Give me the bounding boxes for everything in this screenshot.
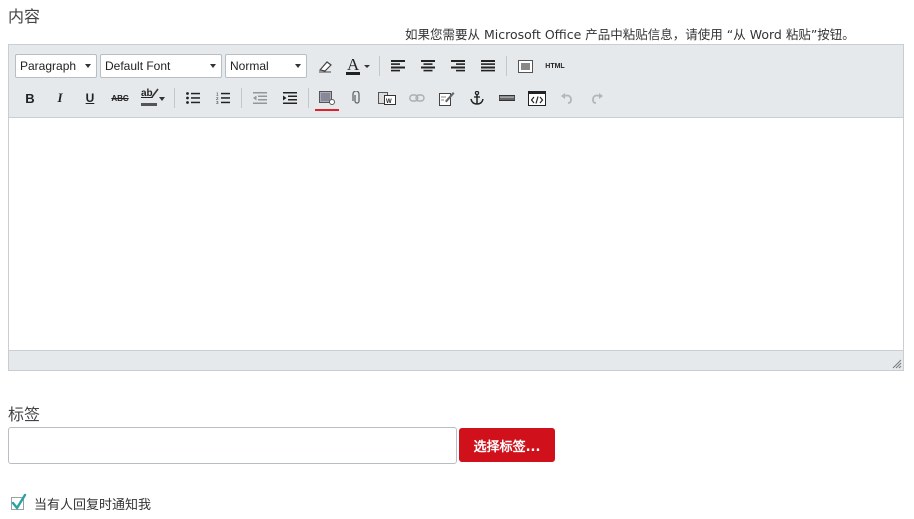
tags-label: 标签	[8, 405, 41, 424]
outdent-button[interactable]	[245, 85, 275, 111]
size-select-value: Normal	[230, 59, 269, 73]
bold-label: B	[25, 90, 35, 106]
chevron-down-icon	[159, 97, 165, 101]
redo-button[interactable]	[582, 85, 612, 111]
undo-icon	[561, 93, 572, 104]
toolbar-row-1: Paragraph Default Font Normal A HTML	[15, 53, 570, 79]
edit-icon	[439, 91, 455, 106]
horizontal-rule-icon	[499, 95, 515, 101]
editor-toolbar: Paragraph Default Font Normal A HTML B I…	[9, 45, 903, 118]
resize-handle-icon[interactable]	[891, 358, 902, 369]
toolbar-separator	[174, 88, 175, 108]
anchor-button[interactable]	[462, 85, 492, 111]
align-justify-icon	[481, 60, 495, 72]
align-right-icon	[451, 60, 465, 72]
highlight-icon: ab	[141, 88, 165, 108]
active-indicator	[315, 109, 339, 111]
size-select[interactable]: Normal	[225, 54, 307, 78]
font-color-button[interactable]: A	[340, 53, 376, 79]
chevron-down-icon	[210, 64, 216, 68]
format-select[interactable]: Paragraph	[15, 54, 97, 78]
embed-code-button[interactable]	[522, 85, 552, 111]
font-select[interactable]: Default Font	[100, 54, 222, 78]
highlight-color-button[interactable]: ab	[135, 85, 171, 111]
anchor-icon	[470, 91, 484, 105]
toolbar-separator	[379, 56, 380, 76]
svg-text:3: 3	[216, 100, 219, 104]
html-label: HTML	[545, 62, 565, 70]
horizontal-rule-button[interactable]	[492, 85, 522, 111]
align-center-icon	[421, 60, 435, 72]
editor-statusbar	[9, 350, 903, 370]
font-color-icon: A	[346, 56, 370, 75]
align-left-button[interactable]	[383, 53, 413, 79]
notify-option[interactable]: 当有人回复时通知我	[11, 493, 152, 513]
paste-hint: 如果您需要从 Microsoft Office 产品中粘贴信息，请使用 “从 W…	[405, 27, 855, 42]
font-select-value: Default Font	[105, 59, 171, 73]
notify-label: 当有人回复时通知我	[34, 498, 152, 513]
insert-link-button[interactable]	[402, 85, 432, 111]
toolbar-row-2: B I U ABC ab 1 2 3 W	[15, 85, 612, 111]
indent-button[interactable]	[275, 85, 305, 111]
paste-from-word-button[interactable]: W	[372, 85, 402, 111]
paste-word-icon: W	[378, 92, 396, 105]
notify-checkbox[interactable]	[11, 493, 27, 510]
tags-input[interactable]	[8, 427, 457, 464]
eraser-icon	[318, 61, 332, 73]
chevron-down-icon	[85, 64, 91, 68]
toolbar-separator	[308, 88, 309, 108]
html-source-button[interactable]: HTML	[540, 53, 570, 79]
outdent-icon	[253, 92, 267, 104]
align-right-button[interactable]	[443, 53, 473, 79]
link-icon	[409, 94, 425, 102]
toolbar-separator	[241, 88, 242, 108]
attach-file-button[interactable]	[342, 85, 372, 111]
code-icon	[528, 90, 546, 106]
chevron-down-icon	[295, 64, 301, 68]
bullet-list-button[interactable]	[178, 85, 208, 111]
clear-format-button[interactable]	[310, 53, 340, 79]
checkmark-icon	[11, 493, 27, 510]
editor-content-area[interactable]	[9, 118, 903, 352]
toolbar-separator	[506, 56, 507, 76]
pencil-icon	[151, 88, 159, 98]
italic-label: I	[57, 90, 63, 105]
fullscreen-button[interactable]	[510, 53, 540, 79]
bold-button[interactable]: B	[15, 85, 45, 111]
align-justify-button[interactable]	[473, 53, 503, 79]
paperclip-icon	[352, 91, 360, 104]
format-select-value: Paragraph	[20, 59, 77, 73]
undo-button[interactable]	[552, 85, 582, 111]
svg-text:A: A	[347, 56, 360, 74]
insert-image-button[interactable]	[312, 85, 342, 111]
underline-button[interactable]: U	[75, 85, 105, 111]
highlight-swatch	[141, 103, 157, 106]
bullet-list-icon	[186, 92, 200, 104]
underline-label: U	[85, 91, 95, 105]
align-center-button[interactable]	[413, 53, 443, 79]
indent-icon	[283, 92, 297, 104]
content-label: 内容	[8, 7, 41, 26]
svg-text:W: W	[386, 99, 392, 105]
align-left-icon	[391, 60, 405, 72]
strike-label: ABC	[111, 93, 129, 103]
redo-icon	[592, 93, 603, 104]
numbered-list-button[interactable]: 123	[208, 85, 238, 111]
image-icon	[319, 91, 335, 105]
strikethrough-button[interactable]: ABC	[105, 85, 135, 111]
numbered-list-icon: 123	[216, 92, 230, 104]
italic-button[interactable]: I	[45, 85, 75, 111]
fullscreen-icon	[517, 59, 533, 73]
edit-text-button[interactable]	[432, 85, 462, 111]
choose-tags-button[interactable]: 选择标签...	[459, 428, 555, 462]
rich-text-editor: Paragraph Default Font Normal A HTML B I…	[8, 44, 904, 371]
